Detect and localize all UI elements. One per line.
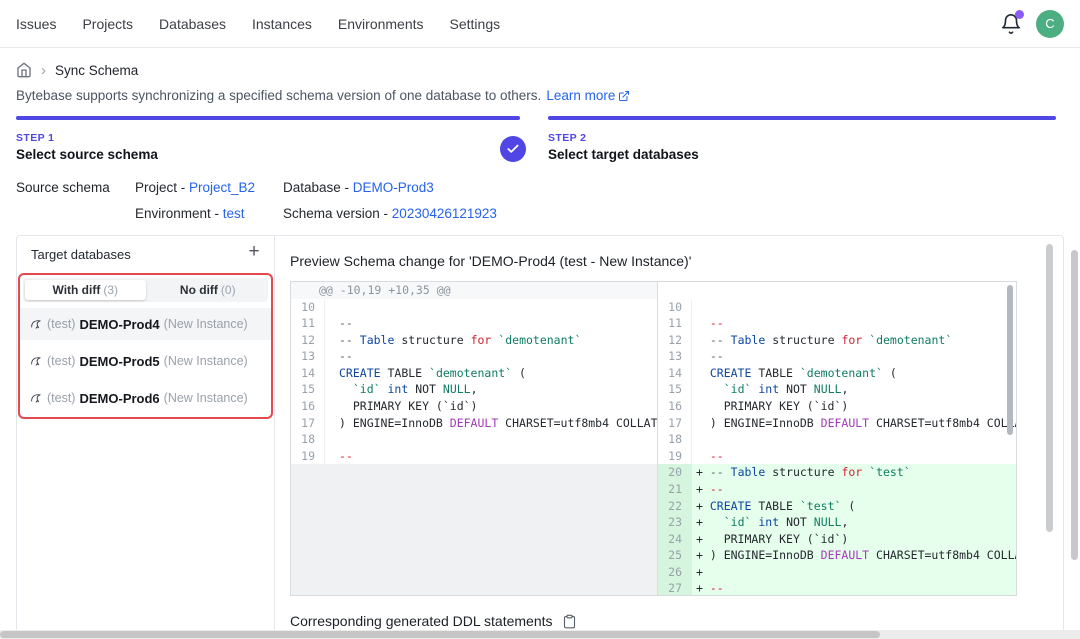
database-item-demo-prod6[interactable]: (test) DEMO-Prod6 (New Instance) bbox=[20, 382, 271, 414]
diff-filter-tabs: With diff(3) No diff(0) bbox=[23, 278, 268, 302]
target-panel-title: Target databases bbox=[31, 247, 131, 262]
ddl-heading-row: Corresponding generated DDL statements bbox=[290, 613, 577, 629]
breadcrumb-chevron-icon: › bbox=[41, 63, 46, 78]
mysql-icon bbox=[30, 392, 43, 405]
horizontal-scrollbar[interactable] bbox=[0, 630, 1080, 639]
tab-no-diff[interactable]: No diff(0) bbox=[148, 278, 269, 302]
nav-item-instances[interactable]: Instances bbox=[252, 16, 312, 32]
source-schema-label: Source schema bbox=[16, 180, 110, 195]
home-icon[interactable] bbox=[16, 62, 32, 78]
nav-item-environments[interactable]: Environments bbox=[338, 16, 424, 32]
schema-version-link[interactable]: 20230426121923 bbox=[392, 206, 497, 221]
field-project: Project - Project_B2 bbox=[135, 180, 255, 195]
database-item-demo-prod4[interactable]: (test) DEMO-Prod4 (New Instance) bbox=[20, 308, 271, 340]
user-avatar[interactable]: C bbox=[1036, 10, 1064, 38]
diff-pane-left[interactable]: @@ -10,19 +10,35 @@1011--12-- Table stru… bbox=[291, 282, 657, 595]
page-title: Sync Schema bbox=[55, 63, 138, 78]
nav-item-projects[interactable]: Projects bbox=[82, 16, 133, 32]
card-scrollbar-thumb[interactable] bbox=[1046, 244, 1053, 532]
nav-item-settings[interactable]: Settings bbox=[450, 16, 501, 32]
field-schema-version: Schema version - 20230426121923 bbox=[283, 206, 497, 221]
mysql-icon bbox=[30, 318, 43, 331]
database-link[interactable]: DEMO-Prod3 bbox=[353, 180, 434, 195]
nav-item-databases[interactable]: Databases bbox=[159, 16, 226, 32]
step1-progress-bar bbox=[16, 116, 520, 120]
target-databases-panel: Target databases + With diff(3) No diff(… bbox=[17, 236, 275, 638]
step-complete-check-icon bbox=[500, 136, 526, 162]
step1-label: STEP 1 bbox=[16, 132, 158, 144]
intro-text: Bytebase supports synchronizing a specif… bbox=[16, 88, 541, 103]
horizontal-scrollbar-thumb[interactable] bbox=[0, 631, 880, 638]
database-item-demo-prod5[interactable]: (test) DEMO-Prod5 (New Instance) bbox=[20, 345, 271, 377]
target-selection-highlight-box: With diff(3) No diff(0) (test) DEMO-Prod… bbox=[18, 273, 273, 419]
notification-bell-icon[interactable] bbox=[1000, 13, 1022, 35]
nav-item-issues[interactable]: Issues bbox=[16, 16, 56, 32]
step2-progress-bar bbox=[548, 116, 1056, 120]
project-link[interactable]: Project_B2 bbox=[189, 180, 255, 195]
field-database: Database - DEMO-Prod3 bbox=[283, 180, 434, 195]
main-card: Target databases + With diff(3) No diff(… bbox=[16, 235, 1064, 639]
environment-link[interactable]: test bbox=[223, 206, 245, 221]
step1-block: STEP 1 Select source schema bbox=[16, 132, 158, 162]
step2-block: STEP 2 Select target databases bbox=[548, 132, 699, 162]
step1-title: Select source schema bbox=[16, 147, 158, 162]
mysql-icon bbox=[30, 355, 43, 368]
breadcrumb: › Sync Schema bbox=[16, 62, 138, 78]
step2-title: Select target databases bbox=[548, 147, 699, 162]
top-nav: Issues Projects Databases Instances Envi… bbox=[0, 0, 1080, 48]
database-list: (test) DEMO-Prod4 (New Instance) (test) … bbox=[20, 305, 271, 414]
nav-right: C bbox=[1000, 10, 1064, 38]
notification-dot bbox=[1015, 10, 1024, 19]
step2-label: STEP 2 bbox=[548, 132, 699, 144]
add-target-database-button[interactable]: + bbox=[242, 240, 266, 264]
external-link-icon bbox=[618, 90, 630, 102]
intro-line: Bytebase supports synchronizing a specif… bbox=[16, 88, 630, 103]
field-environment: Environment - test bbox=[135, 206, 245, 221]
diff-scrollbar-thumb[interactable] bbox=[1007, 285, 1013, 435]
learn-more-link[interactable]: Learn more bbox=[546, 88, 630, 103]
copy-icon[interactable] bbox=[562, 614, 577, 629]
page-scrollbar-thumb[interactable] bbox=[1071, 250, 1078, 560]
preview-title: Preview Schema change for 'DEMO-Prod4 (t… bbox=[290, 253, 691, 269]
schema-diff-viewer: @@ -10,19 +10,35 @@1011--12-- Table stru… bbox=[290, 281, 1017, 596]
ddl-heading: Corresponding generated DDL statements bbox=[290, 613, 553, 629]
tab-with-diff[interactable]: With diff(3) bbox=[25, 280, 146, 300]
diff-pane-right[interactable]: 10 11 --12 -- Table structure for `demot… bbox=[657, 282, 1016, 595]
